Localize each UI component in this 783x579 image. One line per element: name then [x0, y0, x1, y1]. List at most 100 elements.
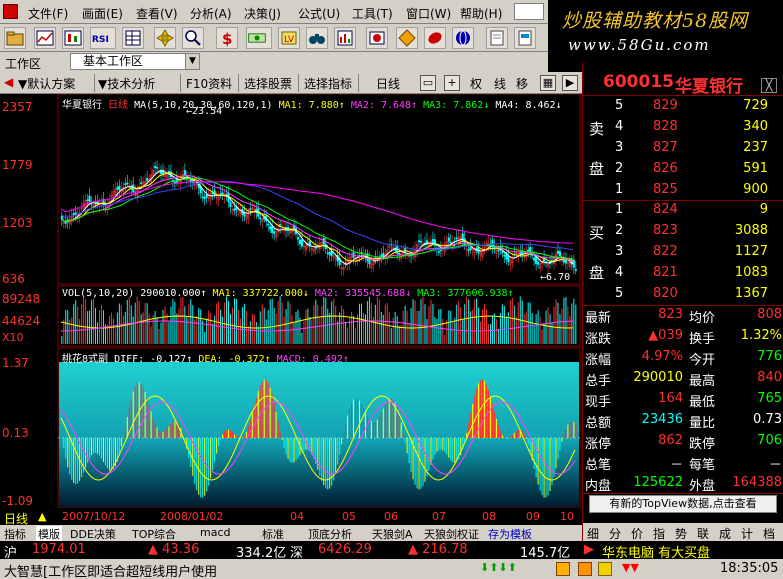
screener-icon[interactable] [334, 27, 356, 49]
tab-trend[interactable]: 势 [675, 525, 687, 542]
document-icon[interactable] [514, 27, 536, 49]
signal-icon: ▼▼ [622, 561, 639, 574]
tab-minute[interactable]: 分 [609, 525, 621, 542]
message-icon[interactable] [598, 562, 612, 576]
chart-canvas[interactable] [0, 94, 582, 508]
tab-tick[interactable]: 细 [587, 525, 599, 542]
buy-row[interactable]: 2 823 3088 [583, 223, 783, 243]
menu-file[interactable]: 文件(F) [28, 5, 68, 22]
tab-index[interactable]: 指 [653, 525, 665, 542]
menu-decision[interactable]: 决策(J) [244, 5, 281, 22]
menu-help[interactable]: 帮助(H) [460, 5, 502, 22]
buy-row[interactable]: 1 824 9 [583, 202, 783, 222]
sheet-tianlang-warrant[interactable]: 天狼剑权证 [424, 526, 479, 542]
sell-price: 826 [653, 161, 678, 176]
tab-daily[interactable]: 日线 [376, 75, 400, 92]
tab-default-scheme-label: 默认方案 [27, 77, 76, 91]
candle-body [368, 259, 371, 265]
sheet-top-bottom[interactable]: 顶底分析 [308, 526, 352, 542]
crosshair-button[interactable]: + [444, 75, 460, 91]
tab-f10[interactable]: F10资料 [186, 75, 232, 92]
line-button[interactable]: 线 [494, 75, 506, 92]
candle-body [328, 251, 331, 256]
topview-button[interactable]: 有新的TopView数据,点击查看 [589, 495, 777, 513]
candle-body [507, 256, 510, 262]
folder-icon[interactable] [4, 27, 26, 49]
candle-body [382, 253, 385, 257]
price-y-label: 636 [2, 272, 25, 286]
sell-volume: 237 [743, 140, 768, 155]
arrow-left-icon[interactable]: ◀ [4, 75, 13, 89]
tab-deal[interactable]: 成 [719, 525, 731, 542]
menu-tools[interactable]: 工具(T) [352, 5, 393, 22]
price-y-label: 1203 [2, 216, 33, 230]
tab-linked[interactable]: 联 [697, 525, 709, 542]
level2-icon[interactable]: LV [278, 27, 300, 49]
menu-dropdown[interactable] [514, 3, 544, 20]
workspace-select[interactable]: 基本工作区 ▼ [70, 53, 200, 70]
binoculars-icon[interactable] [306, 27, 328, 49]
buy-row[interactable]: 4 821 1083 [583, 265, 783, 285]
sell-row[interactable]: 5 829 729 [583, 98, 783, 118]
candle-body [126, 182, 129, 185]
sheet-top[interactable]: TOP综合 [132, 526, 176, 542]
buy-row[interactable]: 3 822 1127 [583, 244, 783, 264]
tab-select-indicator[interactable]: 选择指标 [304, 75, 352, 92]
move-button[interactable]: 移 [516, 75, 528, 92]
save-template-button[interactable]: 存为模板 [488, 526, 532, 542]
rsi-icon[interactable]: RSI [90, 27, 116, 49]
menu-view[interactable]: 查看(V) [136, 5, 178, 22]
chart-area[interactable]: 华夏银行 日线 MA(5,10,20,30,60,120,1) MA1: 7.8… [0, 94, 582, 508]
sheet-standard[interactable]: 标准 [262, 526, 284, 542]
stat-label: 跌停 [689, 437, 716, 452]
layout-button[interactable]: ▦ [540, 75, 556, 91]
candle-body [447, 237, 450, 242]
tab-select-stock[interactable]: 选择股票 [244, 75, 292, 92]
diamond-icon[interactable] [396, 27, 418, 49]
globe-icon[interactable] [452, 27, 474, 49]
candle-body [221, 192, 224, 195]
grid-toggle-button[interactable]: ▭ [420, 75, 436, 91]
sheet-indicator[interactable]: 指标 [4, 526, 26, 542]
play-button[interactable]: ▶ [562, 75, 578, 91]
sell-row[interactable]: 1 825 900 [583, 182, 783, 202]
chevron-down-icon[interactable]: ▼ [185, 54, 199, 69]
sell-row[interactable]: 4 828 340 [583, 119, 783, 139]
money-icon[interactable] [246, 27, 272, 49]
crosshair-icon[interactable] [154, 27, 176, 49]
sheet-macd[interactable]: macd [200, 526, 231, 539]
menu-window[interactable]: 窗口(W) [406, 5, 451, 22]
tab-price[interactable]: 价 [631, 525, 643, 542]
up-triangle-icon[interactable]: ▲ [38, 510, 46, 523]
grid-icon[interactable] [122, 27, 144, 49]
menu-formula[interactable]: 公式(U) [298, 5, 340, 22]
price-stock-name: 华夏银行 [62, 100, 102, 111]
menu-view-screen[interactable]: 画面(E) [82, 5, 123, 22]
close-icon[interactable]: ╳ [761, 78, 777, 93]
news-icon[interactable] [424, 27, 446, 49]
candle-body [269, 226, 272, 230]
alert-icon[interactable] [578, 562, 592, 576]
zoom-in-icon[interactable] [182, 27, 204, 49]
connection-icon[interactable] [556, 562, 570, 576]
sell-row[interactable]: 2 826 591 [583, 161, 783, 181]
dollar-icon[interactable]: $ [216, 27, 238, 49]
alarm-icon[interactable] [366, 27, 388, 49]
sheet-template[interactable]: 模版 [36, 526, 62, 542]
divider [583, 493, 783, 494]
sheet-tianlang-a[interactable]: 天狼剑A [372, 526, 413, 542]
candle-body [431, 239, 434, 243]
sell-row[interactable]: 3 827 237 [583, 140, 783, 160]
tab-calc[interactable]: 计 [741, 525, 753, 542]
menu-analysis[interactable]: 分析(A) [190, 5, 232, 22]
right-adjust-button[interactable]: 权 [470, 75, 482, 92]
notepad-icon[interactable] [486, 27, 508, 49]
app-icon[interactable] [3, 4, 18, 19]
kline-icon[interactable] [62, 27, 84, 49]
chart-icon[interactable] [34, 27, 56, 49]
tab-default-scheme[interactable]: ▼默认方案 [18, 75, 75, 92]
sheet-dde[interactable]: DDE决策 [70, 526, 116, 542]
tab-technical[interactable]: ▼技术分析 [98, 75, 155, 92]
tab-file[interactable]: 档 [763, 525, 775, 542]
buy-row[interactable]: 5 820 1367 [583, 286, 783, 306]
